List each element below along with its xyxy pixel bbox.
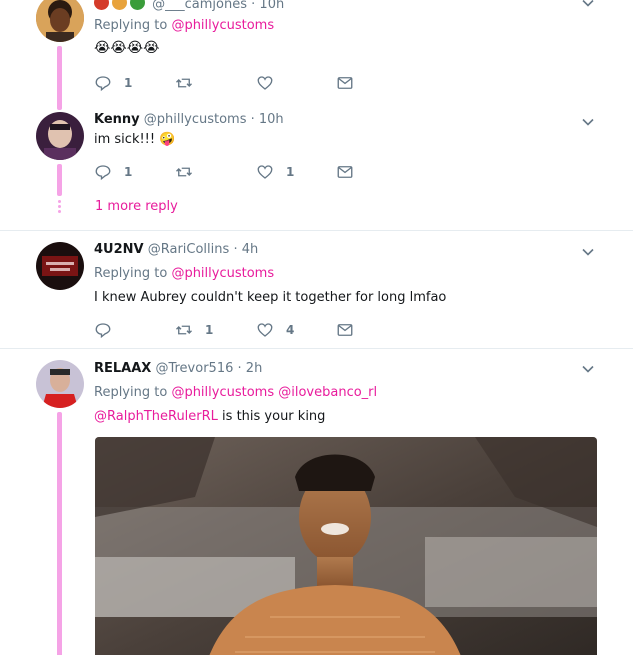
replying-to: Replying to @phillycustoms (94, 266, 275, 281)
timestamp[interactable]: 10h (259, 112, 284, 127)
tweet-2[interactable]: Kenny @phillycustoms · 10h im sick!!! 🤪 … (0, 110, 633, 230)
avatar-image (36, 112, 84, 160)
tweet-text: I knew Aubrey couldn't keep it together … (94, 290, 447, 305)
mention-link[interactable]: @RalphTheRulerRL (94, 409, 218, 424)
mention-link[interactable]: @ilovebanco_rl (278, 385, 377, 400)
like-count: 1 (286, 165, 295, 179)
display-name[interactable]: Kenny (94, 112, 140, 127)
avatar[interactable] (36, 112, 84, 160)
tweet-header: Kenny @phillycustoms · 10h (94, 112, 284, 127)
tweet-3[interactable]: 4U2NV @RariCollins · 4h Replying to @phi… (0, 231, 633, 348)
envelope-icon (337, 77, 353, 89)
reply-button[interactable]: 1 (94, 73, 132, 93)
replying-to: Replying to @phillycustoms (94, 18, 275, 33)
reply-icon (95, 76, 111, 92)
chevron-down-icon[interactable] (581, 245, 595, 259)
dm-button[interactable] (336, 320, 354, 340)
user-handle[interactable]: @RariCollins (148, 242, 230, 257)
retweet-button[interactable] (175, 73, 193, 93)
thread-line (57, 412, 62, 655)
like-count: 4 (286, 323, 295, 337)
avatar[interactable] (36, 360, 84, 408)
avatar-image (36, 0, 84, 42)
thread-line (57, 46, 62, 110)
retweet-count: 1 (205, 323, 214, 337)
like-button[interactable] (256, 73, 274, 93)
timestamp[interactable]: 4h (242, 242, 259, 257)
like-button[interactable]: 1 (256, 162, 294, 182)
reply-icon (95, 323, 111, 339)
thread-line (57, 164, 62, 196)
retweet-icon (176, 78, 192, 88)
tweet-text: im sick!!! 🤪 (94, 132, 176, 147)
gif-image (95, 437, 597, 655)
chevron-down-icon[interactable] (581, 115, 595, 129)
tweet-header: @___camjones · 10h (94, 0, 284, 12)
chevron-down-icon[interactable] (581, 0, 595, 10)
retweet-button[interactable]: 1 (175, 320, 213, 340)
display-name[interactable]: 4U2NV (94, 242, 144, 257)
tweet-text: @RalphTheRulerRL is this your king (94, 409, 326, 424)
avatar[interactable] (36, 242, 84, 290)
like-button[interactable]: 4 (256, 320, 294, 340)
mention-link[interactable]: @phillycustoms (171, 266, 274, 281)
timestamp[interactable]: 2h (246, 361, 263, 376)
envelope-icon (337, 166, 353, 178)
tweet-header: 4U2NV @RariCollins · 4h (94, 242, 259, 257)
heart-icon (257, 76, 273, 90)
retweet-icon (176, 167, 192, 177)
display-name[interactable]: RELAAX (94, 361, 151, 376)
mention-link[interactable]: @phillycustoms (171, 385, 274, 400)
reply-button[interactable]: 1 (94, 162, 132, 182)
tweet-text: 😭😭😭😭 (94, 40, 159, 56)
tweet-header: RELAAX @Trevor516 · 2h (94, 361, 263, 376)
retweet-icon (176, 325, 192, 335)
user-handle[interactable]: @___camjones (152, 0, 247, 12)
avatar-image (36, 360, 84, 408)
avatar-image (36, 242, 84, 290)
more-replies-link[interactable]: 1 more reply (95, 199, 178, 214)
reply-count: 1 (124, 165, 133, 179)
user-handle[interactable]: @Trevor516 (155, 361, 233, 376)
heart-icon (257, 323, 273, 337)
reply-button[interactable] (94, 320, 112, 340)
mention-link[interactable]: @phillycustoms (171, 18, 274, 33)
reply-icon (95, 165, 111, 181)
tweet-1[interactable]: @___camjones · 10h Replying to @phillycu… (0, 0, 633, 110)
tweet-media-gif[interactable] (95, 437, 597, 655)
replying-to: Replying to @phillycustoms @ilovebanco_r… (94, 385, 378, 400)
heart-icon (257, 165, 273, 179)
dm-button[interactable] (336, 73, 354, 93)
thread-dots (58, 200, 61, 215)
avatar[interactable] (36, 0, 84, 42)
emoji-row: 😭😭😭😭 (94, 40, 160, 56)
retweet-button[interactable] (175, 162, 193, 182)
emoji-flags (94, 0, 148, 12)
dm-button[interactable] (336, 162, 354, 182)
envelope-icon (337, 324, 353, 336)
user-handle[interactable]: @phillycustoms (144, 112, 247, 127)
timestamp[interactable]: 10h (259, 0, 284, 12)
reply-count: 1 (124, 76, 133, 90)
chevron-down-icon[interactable] (581, 362, 595, 376)
